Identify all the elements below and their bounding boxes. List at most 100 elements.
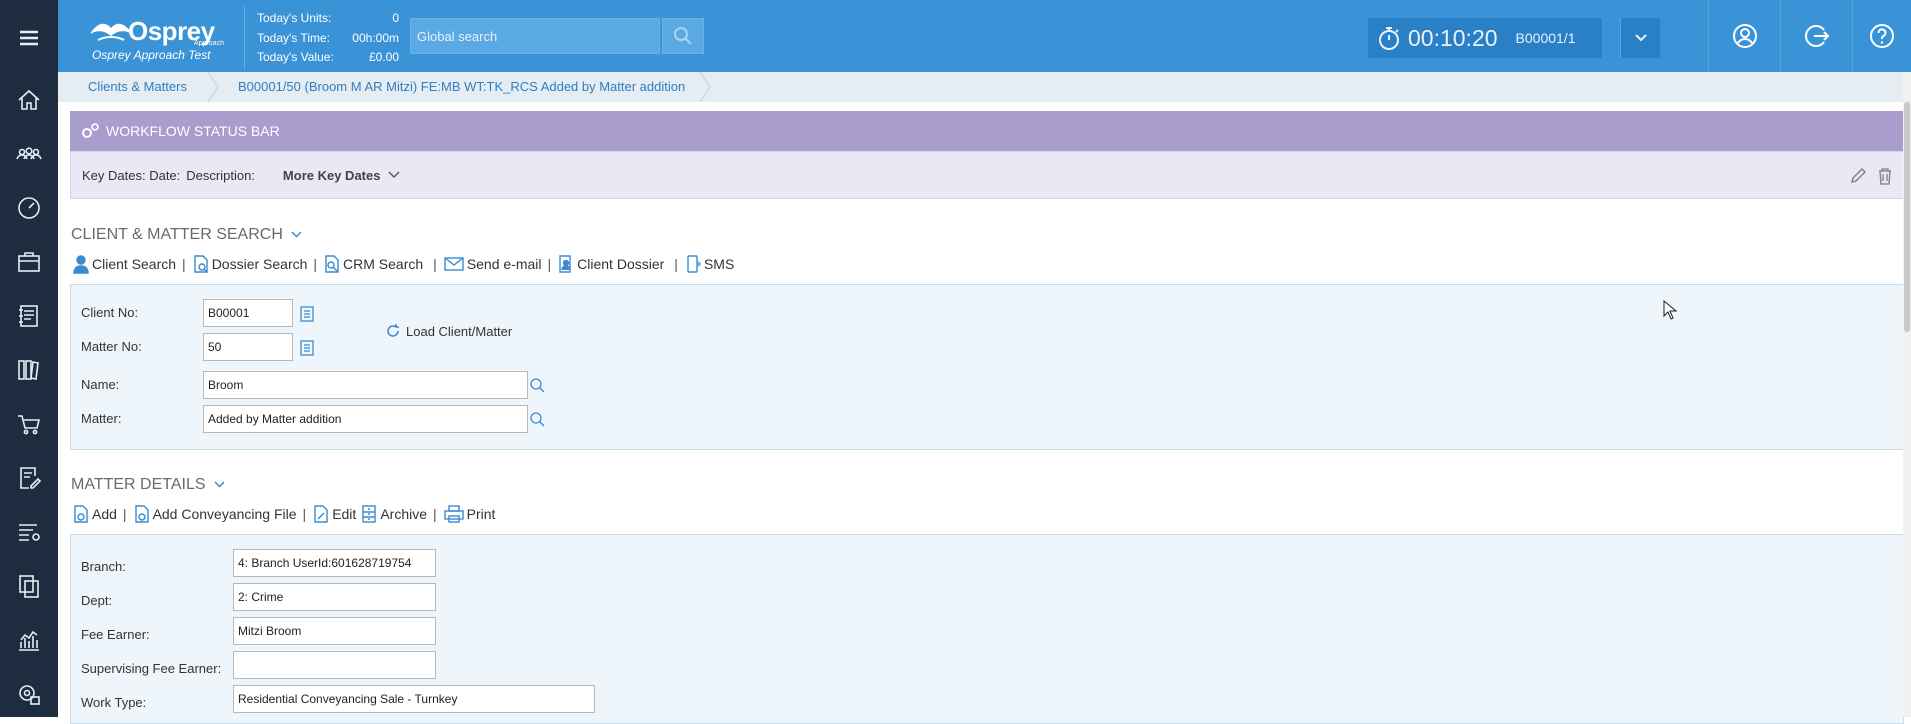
hamburger-menu-icon[interactable] <box>0 18 58 58</box>
breadcrumb-separator <box>207 72 219 102</box>
search-icon[interactable] <box>662 18 704 54</box>
stat-value: Today's Value: £0.00 <box>257 50 399 64</box>
matter-details-toolbar: Add | Add Conveyancing File | Edit Archi… <box>72 504 495 524</box>
send-email-button[interactable]: Send e-mail <box>443 254 542 274</box>
work-type-field[interactable] <box>233 685 595 713</box>
library-icon[interactable] <box>0 350 58 390</box>
help-icon[interactable] <box>1852 0 1911 72</box>
archive-matter-button[interactable]: Archive <box>360 504 427 524</box>
stat-units: Today's Units: 0 <box>257 11 399 25</box>
matter-no-label: Matter No: <box>81 339 142 354</box>
client-no-label: Client No: <box>81 305 139 320</box>
matter-details-panel: Branch: Dept: Fee Earner: Supervising Fe… <box>70 534 1904 724</box>
print-matter-button[interactable]: Print <box>443 504 495 524</box>
home-icon[interactable] <box>0 80 58 120</box>
chevron-down-icon <box>388 171 400 178</box>
lookup-list-icon[interactable] <box>299 339 315 357</box>
document-icon[interactable] <box>0 296 58 336</box>
description-label: Description: <box>186 167 255 183</box>
dept-label: Dept: <box>81 593 113 608</box>
matter-details-title[interactable]: MATTER DETAILS <box>71 476 225 494</box>
clients-icon[interactable] <box>0 134 58 174</box>
breadcrumb: Clients & Matters B00001/50 (Broom M AR … <box>58 72 1911 102</box>
lookup-list-icon[interactable] <box>299 305 315 323</box>
sidebar <box>0 0 58 717</box>
client-dossier-icon <box>559 255 571 273</box>
edit-document-icon[interactable] <box>0 458 58 498</box>
client-search-toolbar: Client Search | Dossier Search | CRM Sea… <box>72 254 734 274</box>
brand-sub: Approach <box>194 40 224 47</box>
key-dates-label: Key Dates: Date: <box>82 167 181 183</box>
client-dossier-button[interactable]: Client Dossier <box>557 254 664 274</box>
mobile-phone-icon <box>687 255 701 273</box>
work-type-label: Work Type: <box>81 695 147 710</box>
printer-icon <box>443 505 464 523</box>
matter-no-field[interactable] <box>203 333 293 361</box>
add-matter-button[interactable]: Add <box>72 504 117 524</box>
key-dates-bar: Key Dates: Date: Description: More Key D… <box>70 151 1904 199</box>
logout-icon[interactable] <box>1780 0 1852 72</box>
add-conveyancing-file-button[interactable]: Add Conveyancing File <box>133 504 297 524</box>
global-search <box>410 18 660 54</box>
breadcrumb-separator <box>699 72 711 102</box>
name-field[interactable] <box>203 371 528 399</box>
settings-list-icon[interactable] <box>0 512 58 552</box>
document-search-icon <box>325 255 339 273</box>
search-icon[interactable] <box>529 377 545 395</box>
supervising-fee-earner-label: Supervising Fee Earner: <box>81 661 222 676</box>
environment-name: Osprey Approach Test <box>92 48 211 62</box>
search-icon[interactable] <box>529 411 545 429</box>
workflow-status-bar: WORKFLOW STATUS BAR <box>70 111 1904 151</box>
crm-search-button[interactable]: CRM Search <box>323 254 423 274</box>
briefcase-icon[interactable] <box>0 242 58 282</box>
cart-icon[interactable] <box>0 404 58 444</box>
delete-icon[interactable] <box>1877 167 1893 185</box>
gears-icon <box>82 123 99 138</box>
sms-button[interactable]: SMS <box>684 254 734 274</box>
branch-field[interactable] <box>233 549 436 577</box>
fee-earner-field[interactable] <box>233 617 436 645</box>
client-search-button[interactable]: Client Search <box>72 254 176 274</box>
add-document-icon <box>134 505 149 523</box>
workflow-title: WORKFLOW STATUS BAR <box>106 123 280 139</box>
dept-field[interactable] <box>233 583 436 611</box>
more-key-dates[interactable]: More Key Dates <box>283 168 401 183</box>
user-profile-icon[interactable] <box>1708 0 1780 72</box>
supervising-fee-earner-field[interactable] <box>233 651 436 679</box>
client-matter-search-title[interactable]: CLIENT & MATTER SEARCH <box>71 226 302 244</box>
top-bar: Osprey Approach Osprey Approach Test Tod… <box>58 0 1911 72</box>
fee-earner-label: Fee Earner: <box>81 627 150 642</box>
add-document-icon <box>74 505 88 523</box>
document-search-icon <box>193 255 208 273</box>
edit-document-icon <box>314 505 328 523</box>
edit-matter-button[interactable]: Edit <box>312 504 356 524</box>
dashboard-icon[interactable] <box>0 188 58 228</box>
matter-timer[interactable]: 00:10:20 B00001/1 <box>1368 18 1602 58</box>
load-client-matter-button[interactable]: Load Client/Matter <box>385 323 512 339</box>
breadcrumb-clients-matters[interactable]: Clients & Matters <box>88 72 187 102</box>
chevron-down-icon[interactable] <box>1620 18 1660 58</box>
global-search-input[interactable] <box>411 19 659 53</box>
branch-label: Branch: <box>81 559 126 574</box>
timer-time: 00:10:20 <box>1408 24 1498 51</box>
scrollbar-thumb[interactable] <box>1904 102 1910 332</box>
matter-field[interactable] <box>203 405 528 433</box>
breadcrumb-current-matter[interactable]: B00001/50 (Broom M AR Mitzi) FE:MB WT:TK… <box>238 72 685 102</box>
more-key-dates-label: More Key Dates <box>282 167 381 183</box>
name-label: Name: <box>81 377 120 392</box>
stat-time: Today's Time: 00h:00m <box>257 31 399 45</box>
copy-icon[interactable] <box>0 566 58 606</box>
today-stats: Today's Units: 0 Today's Time: 00h:00m Tod… <box>244 6 404 70</box>
client-matter-search-panel: Client No: Matter No: Load Client/Matter… <box>70 284 1904 450</box>
dossier-search-button[interactable]: Dossier Search <box>192 254 307 274</box>
refresh-icon <box>387 324 399 337</box>
admin-settings-icon[interactable] <box>0 674 58 714</box>
stopwatch-icon <box>1379 27 1399 50</box>
envelope-icon <box>444 257 464 271</box>
edit-icon[interactable] <box>1849 167 1867 185</box>
scrollbar[interactable] <box>1903 72 1911 717</box>
client-no-field[interactable] <box>203 299 293 327</box>
mouse-cursor-icon <box>1663 300 1677 320</box>
chevron-down-icon <box>291 231 302 238</box>
reports-icon[interactable] <box>0 620 58 660</box>
